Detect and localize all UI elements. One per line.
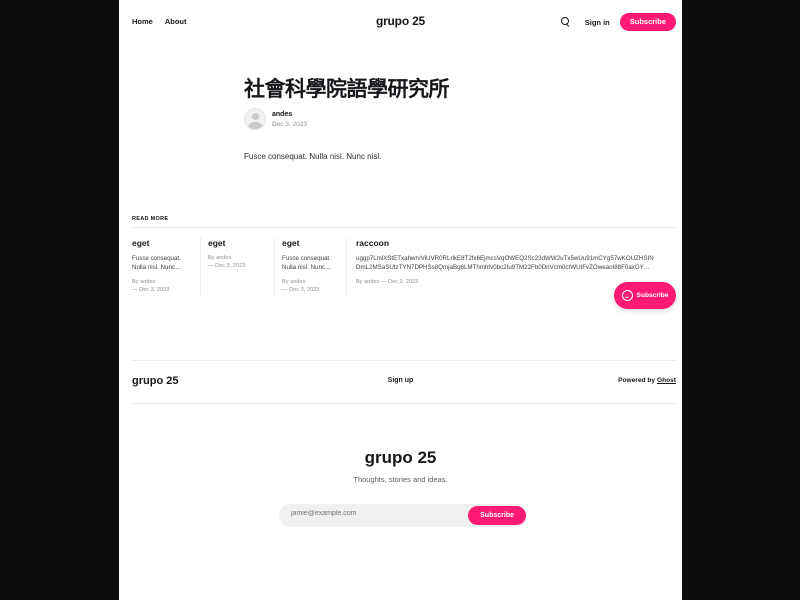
post-card[interactable]: eget By andes — Dec 3, 2023	[200, 238, 274, 296]
author-info: andes Dec 3, 2023	[272, 111, 307, 128]
post-card-date: — Dec 3, 2023	[380, 279, 419, 285]
post-card[interactable]: eget Fusce consequat. Nulla nisl. Nunc… …	[132, 238, 199, 296]
post-card-excerpt: Nulla nisl. Nunc…	[282, 264, 332, 271]
signin-link[interactable]: Sign in	[585, 18, 610, 27]
ghost-link[interactable]: Ghost	[657, 377, 676, 384]
post-card-byline: By andes	[132, 279, 156, 285]
post-card-date: — Dec 3, 2023	[132, 287, 170, 293]
post-card-date: — Dec 3, 2023	[282, 287, 320, 293]
post-card-title[interactable]: eget	[208, 238, 268, 248]
search-icon[interactable]	[559, 15, 573, 29]
smile-icon	[621, 290, 633, 301]
floating-subscribe-button[interactable]: Subscribe	[614, 282, 676, 309]
post-card-excerpt: uggp7LmlXStETxahwrvViUVR0RLrlkE8T2fx6Ejm…	[356, 255, 654, 262]
author-name[interactable]: andes	[272, 111, 307, 118]
email-field[interactable]	[291, 510, 441, 517]
read-more-cards: eget Fusce consequat. Nulla nisl. Nunc… …	[132, 238, 677, 298]
post-card-excerpt: Nulla nisl. Nunc…	[132, 264, 182, 271]
powered-by-text: Powered by	[618, 377, 656, 384]
cta-tagline: Thoughts, stories and ideas.	[353, 475, 448, 484]
post-card-title[interactable]: raccoon	[356, 238, 671, 248]
post-card-byline: By andes	[208, 255, 232, 261]
post-card-excerpt: DmL2MSaSUtzTYN7DPHSs8QmjaBq6LMThmhtv0bc2…	[356, 264, 650, 271]
site-brand[interactable]: grupo 25	[376, 14, 425, 28]
post-card-author: By andes	[356, 279, 380, 285]
post-card-excerpt: Fusce consequat.	[132, 255, 181, 262]
read-more-divider	[132, 227, 676, 228]
page: Home About grupo 25 Sign in Subscribe 社會…	[119, 0, 682, 600]
post-card-date: — Dec 3, 2023	[208, 263, 246, 269]
header-actions: Sign in Subscribe	[559, 13, 676, 31]
author-avatar[interactable]	[244, 108, 266, 130]
footer-nav: Sign up	[119, 377, 682, 384]
post-card-title[interactable]: eget	[132, 238, 193, 248]
post-card[interactable]: eget Fusce consequat. Nulla nisl. Nunc… …	[274, 238, 346, 296]
post-content: Fusce consequat. Nulla nisl. Nunc nisl.	[244, 152, 382, 161]
cta-brand: grupo 25	[364, 448, 437, 467]
footer-divider-bottom	[132, 403, 676, 404]
post-card-excerpt: Fusce consequat.	[282, 255, 331, 262]
footer-divider-top	[132, 360, 676, 361]
powered-by: Powered by Ghost	[618, 377, 676, 384]
subscribe-button[interactable]: Subscribe	[619, 13, 676, 31]
subscribe-form: Subscribe	[279, 504, 527, 527]
cta-subscribe-button[interactable]: Subscribe	[468, 506, 526, 525]
read-more-heading: READ MORE	[132, 216, 169, 222]
post-byline: andes Dec 3, 2023	[244, 108, 307, 130]
post-card-title[interactable]: eget	[282, 238, 340, 248]
footer-signup-link[interactable]: Sign up	[388, 377, 414, 384]
post-date: Dec 3, 2023	[272, 120, 308, 128]
post-card-byline: By andes	[282, 279, 306, 285]
post-title: 社會科學院語學研究所	[244, 77, 450, 101]
floating-subscribe-label: Subscribe	[636, 292, 669, 299]
